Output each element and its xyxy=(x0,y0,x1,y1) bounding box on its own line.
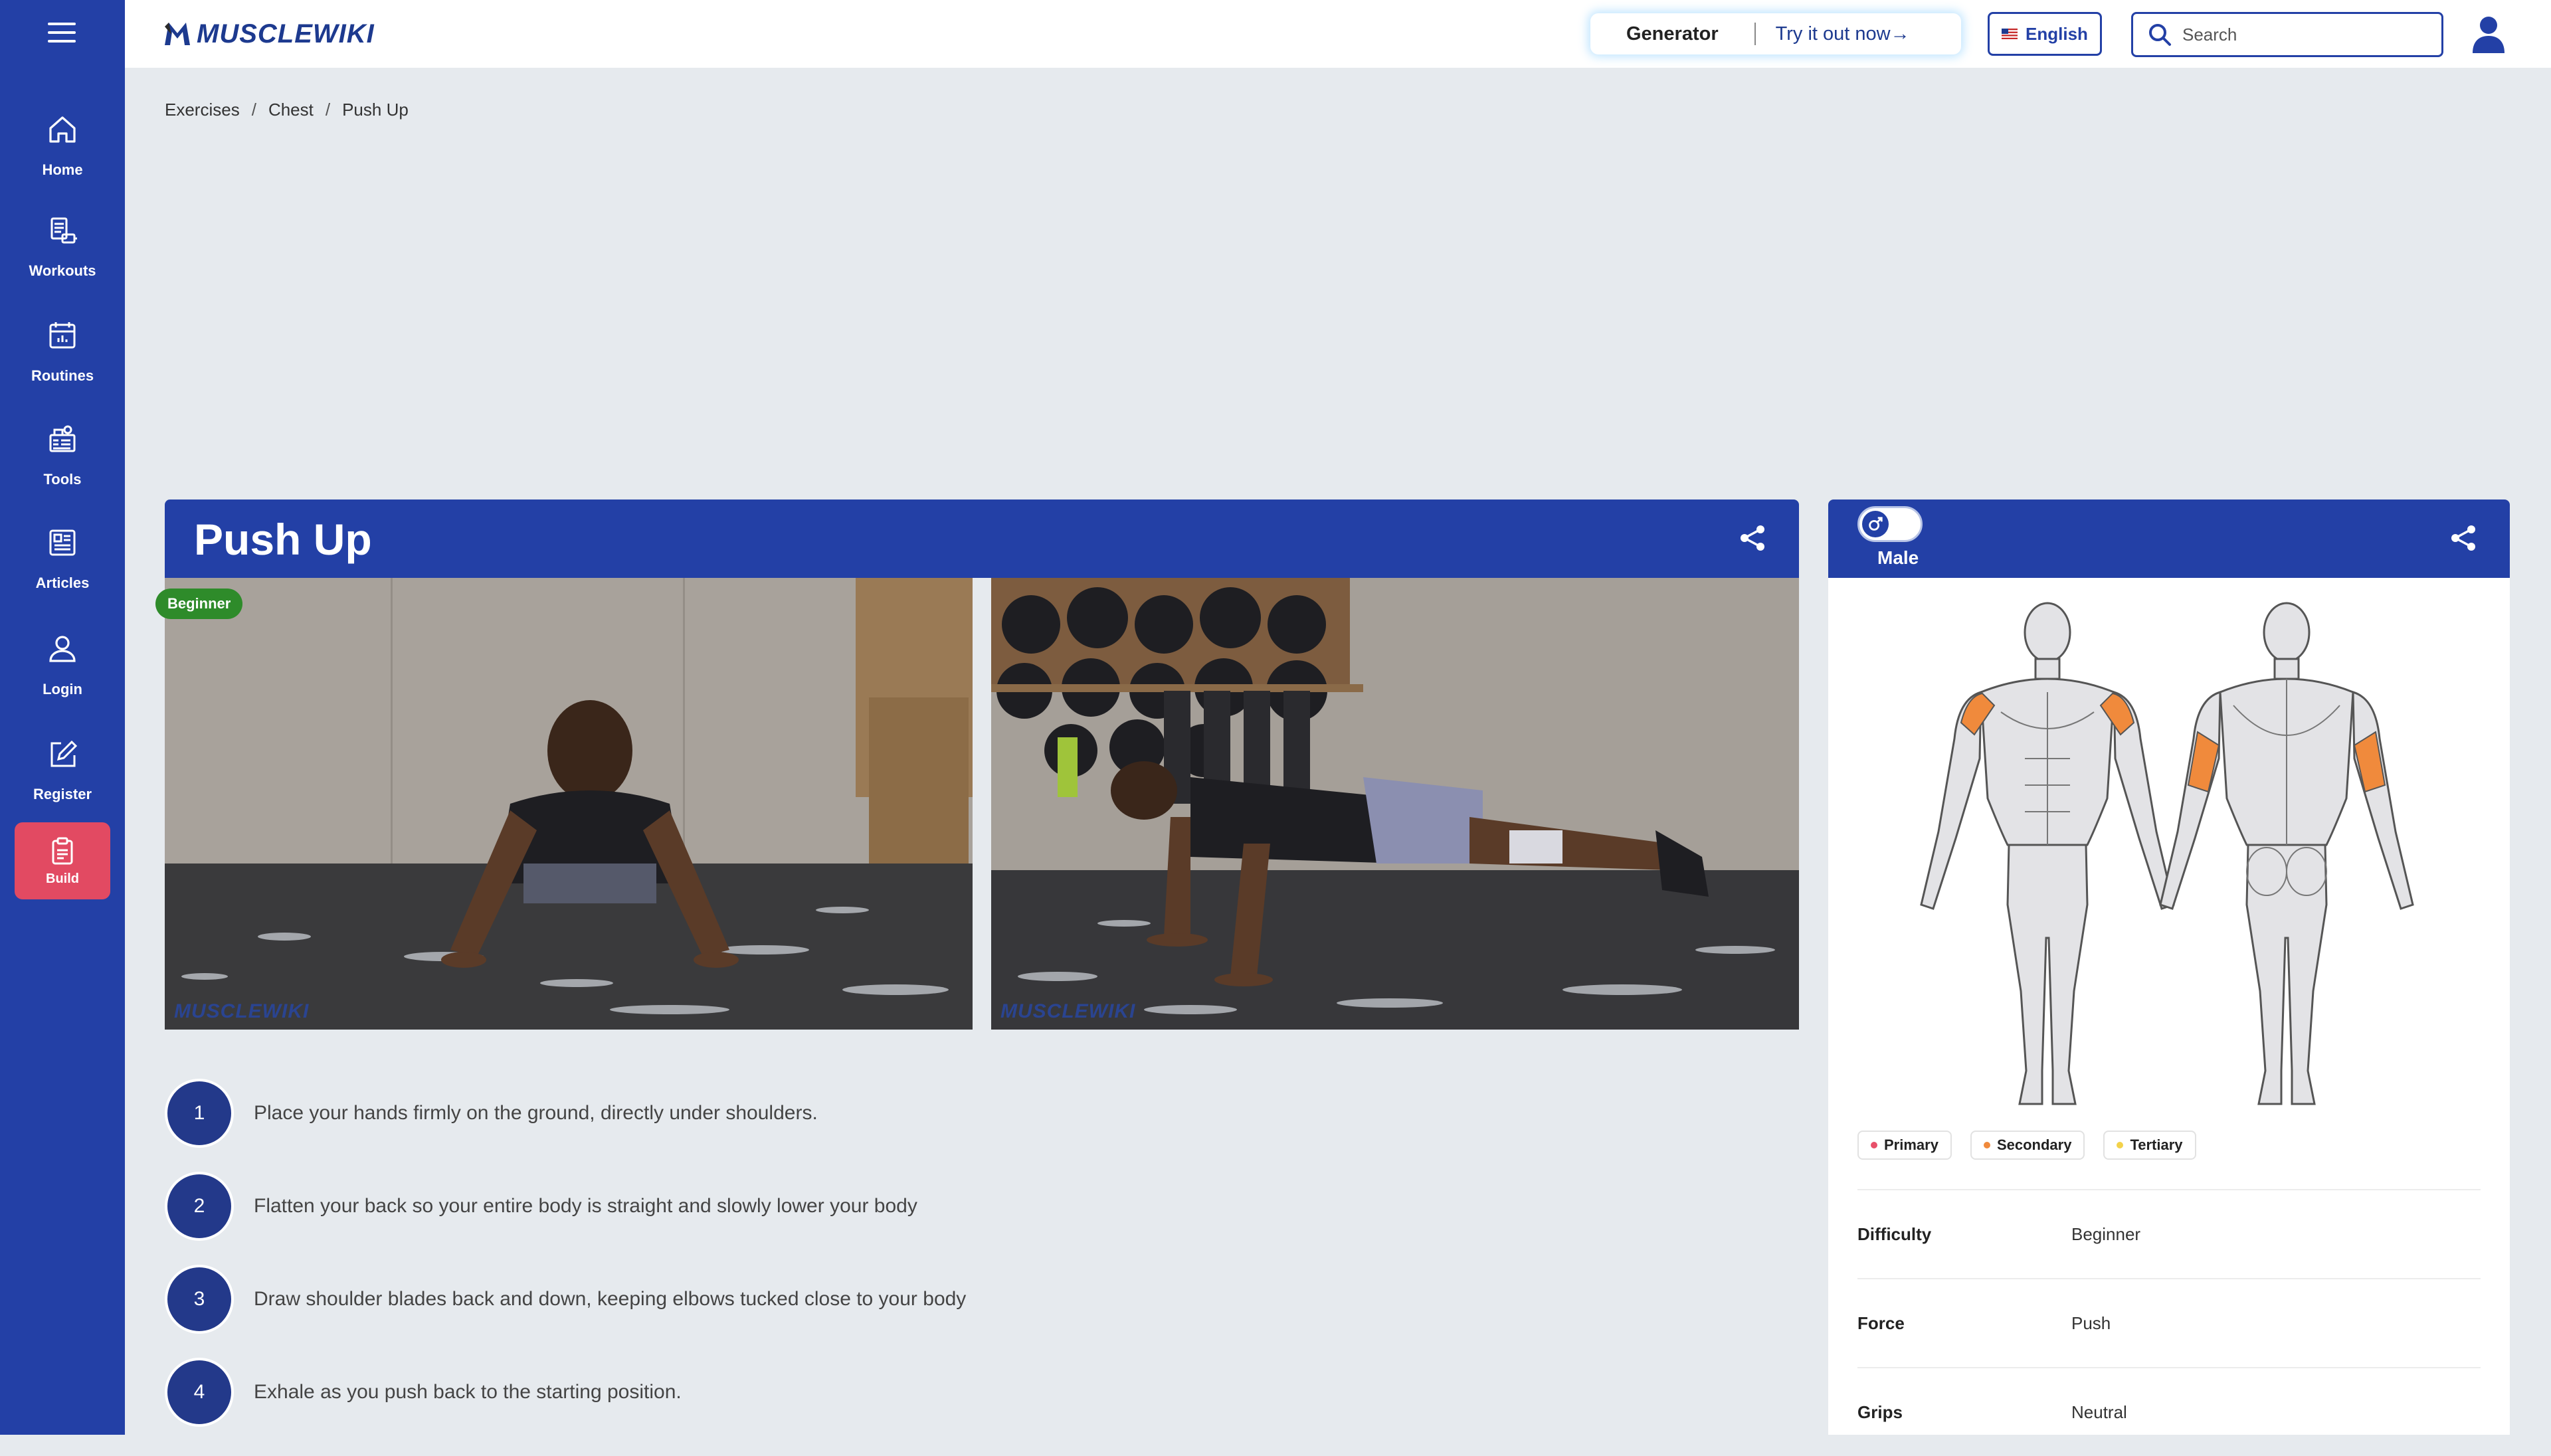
video-watermark: MUSCLEWIKI xyxy=(1000,1000,1136,1022)
search-box[interactable] xyxy=(2131,12,2443,57)
generator-banner: Generator Try it out now→ xyxy=(1590,13,1961,54)
property-value: Push xyxy=(2071,1313,2111,1333)
workouts-icon xyxy=(44,212,81,249)
breadcrumb-separator: / xyxy=(251,100,256,120)
legend-dot xyxy=(1983,1142,1990,1148)
legend-dot xyxy=(1871,1142,1877,1148)
sidebar-item-label: Build xyxy=(46,871,79,886)
exercise-video-side[interactable]: MUSCLEWIKI xyxy=(991,578,1799,1030)
muscle-map-card: Male Primary Secondary Tertiary Difficul… xyxy=(1828,500,2510,1435)
property-value: Beginner xyxy=(2071,1224,2141,1244)
property-value: Neutral xyxy=(2071,1402,2127,1422)
breadcrumb-current: Push Up xyxy=(342,100,409,120)
sidebar-item-label: Routines xyxy=(31,367,94,384)
legend-label: Primary xyxy=(1884,1137,1938,1153)
legend-primary: Primary xyxy=(1857,1131,1952,1160)
musclewiki-logo[interactable]: MUSCLEWIKI xyxy=(162,17,375,50)
property-key: Force xyxy=(1857,1313,1905,1333)
user-icon xyxy=(44,630,81,668)
sidebar-item-register[interactable]: Register xyxy=(0,723,125,816)
sidebar-item-home[interactable]: Home xyxy=(0,98,125,191)
step-number: 1 xyxy=(165,1079,234,1148)
property-row-grips: Grips Neutral xyxy=(1857,1367,2481,1456)
front-body xyxy=(1920,602,2175,1105)
property-row-force: Force Push xyxy=(1857,1278,2481,1367)
sidebar: Home Workouts Routines Tools Articles Lo… xyxy=(0,0,125,1435)
edit-icon xyxy=(44,735,81,773)
legend-tertiary: Tertiary xyxy=(2103,1131,2196,1160)
step-number: 2 xyxy=(165,1172,234,1241)
video-frame-side xyxy=(991,578,1799,1030)
sidebar-item-label: Articles xyxy=(35,575,90,591)
logo-text: MUSCLEWIKI xyxy=(197,19,375,48)
step-number: 4 xyxy=(165,1358,234,1427)
gender-toggle[interactable] xyxy=(1857,506,1923,542)
articles-icon xyxy=(44,524,81,561)
search-input[interactable] xyxy=(2182,24,2435,45)
sidebar-item-label: Register xyxy=(33,786,92,802)
home-icon xyxy=(44,111,81,148)
muscle-map-header: Male xyxy=(1828,500,2510,578)
exercise-properties: Difficulty Beginner Force Push Grips Neu… xyxy=(1857,1189,2481,1456)
tools-icon xyxy=(44,420,81,458)
exercise-card: Push Up MUSCLEWIKI MUSCLEWIKI Beginner 1… xyxy=(155,500,1799,1435)
share-icon[interactable] xyxy=(1738,523,1767,553)
generator-try-link[interactable]: Try it out now→ xyxy=(1776,23,1910,45)
step-item: 2 Flatten your back so your entire body … xyxy=(165,1172,917,1241)
logo-icon xyxy=(165,23,190,45)
step-text: Flatten your back so your entire body is… xyxy=(254,1195,917,1217)
share-icon[interactable] xyxy=(2449,523,2478,553)
calendar-icon xyxy=(44,317,81,354)
menu-icon[interactable] xyxy=(48,23,76,45)
legend-dot xyxy=(2117,1142,2124,1148)
step-text: Place your hands firmly on the ground, d… xyxy=(254,1102,818,1124)
exercise-title: Push Up xyxy=(194,515,372,564)
gender-label: Male xyxy=(1877,547,1919,568)
sidebar-item-tools[interactable]: Tools xyxy=(0,408,125,501)
video-watermark: MUSCLEWIKI xyxy=(174,1000,310,1022)
sidebar-item-articles[interactable]: Articles xyxy=(0,511,125,604)
muscle-legend: Primary Secondary Tertiary xyxy=(1857,1131,2196,1160)
sidebar-item-label: Tools xyxy=(43,471,82,488)
exercise-video-front[interactable]: MUSCLEWIKI xyxy=(165,578,973,1030)
property-key: Difficulty xyxy=(1857,1224,1932,1244)
male-symbol-icon xyxy=(1862,511,1889,537)
step-text: Draw shoulder blades back and down, keep… xyxy=(254,1288,967,1310)
sidebar-item-label: Home xyxy=(42,161,83,178)
us-flag-icon xyxy=(2002,29,2018,39)
property-row-difficulty: Difficulty Beginner xyxy=(1857,1189,2481,1278)
sidebar-item-routines[interactable]: Routines xyxy=(0,304,125,397)
step-item: 1 Place your hands firmly on the ground,… xyxy=(165,1079,818,1148)
muscle-anatomy-diagram[interactable] xyxy=(1895,592,2439,1124)
breadcrumb-separator: / xyxy=(325,100,331,120)
legend-label: Secondary xyxy=(1996,1137,2072,1153)
exercise-header: Push Up xyxy=(165,500,1799,578)
generator-divider xyxy=(1754,23,1756,45)
breadcrumb-chest[interactable]: Chest xyxy=(268,100,314,120)
language-label: English xyxy=(2026,23,2088,44)
legend-secondary: Secondary xyxy=(1970,1131,2085,1160)
sidebar-item-workouts[interactable]: Workouts xyxy=(0,199,125,292)
back-body xyxy=(2159,602,2414,1105)
video-frame-front xyxy=(165,578,973,1030)
property-key: Grips xyxy=(1857,1402,1903,1422)
breadcrumb-exercises[interactable]: Exercises xyxy=(165,100,240,120)
step-item: 4 Exhale as you push back to the startin… xyxy=(165,1358,682,1427)
generator-title[interactable]: Generator xyxy=(1626,23,1719,45)
top-bar: MUSCLEWIKI Generator Try it out now→ Eng… xyxy=(125,0,2551,68)
difficulty-badge: Beginner xyxy=(155,589,243,619)
breadcrumb: Exercises / Chest / Push Up xyxy=(165,100,409,120)
sidebar-item-label: Login xyxy=(43,681,82,697)
language-button[interactable]: English xyxy=(1988,12,2102,56)
search-icon xyxy=(2149,24,2171,46)
step-number: 3 xyxy=(165,1265,234,1334)
step-item: 3 Draw shoulder blades back and down, ke… xyxy=(165,1265,966,1334)
step-text: Exhale as you push back to the starting … xyxy=(254,1381,682,1403)
clipboard-icon xyxy=(47,836,78,866)
account-icon[interactable] xyxy=(2470,15,2507,53)
sidebar-item-build[interactable]: Build xyxy=(15,822,110,899)
legend-label: Tertiary xyxy=(2130,1137,2183,1153)
sidebar-item-label: Workouts xyxy=(29,262,96,279)
sidebar-item-login[interactable]: Login xyxy=(0,618,125,711)
